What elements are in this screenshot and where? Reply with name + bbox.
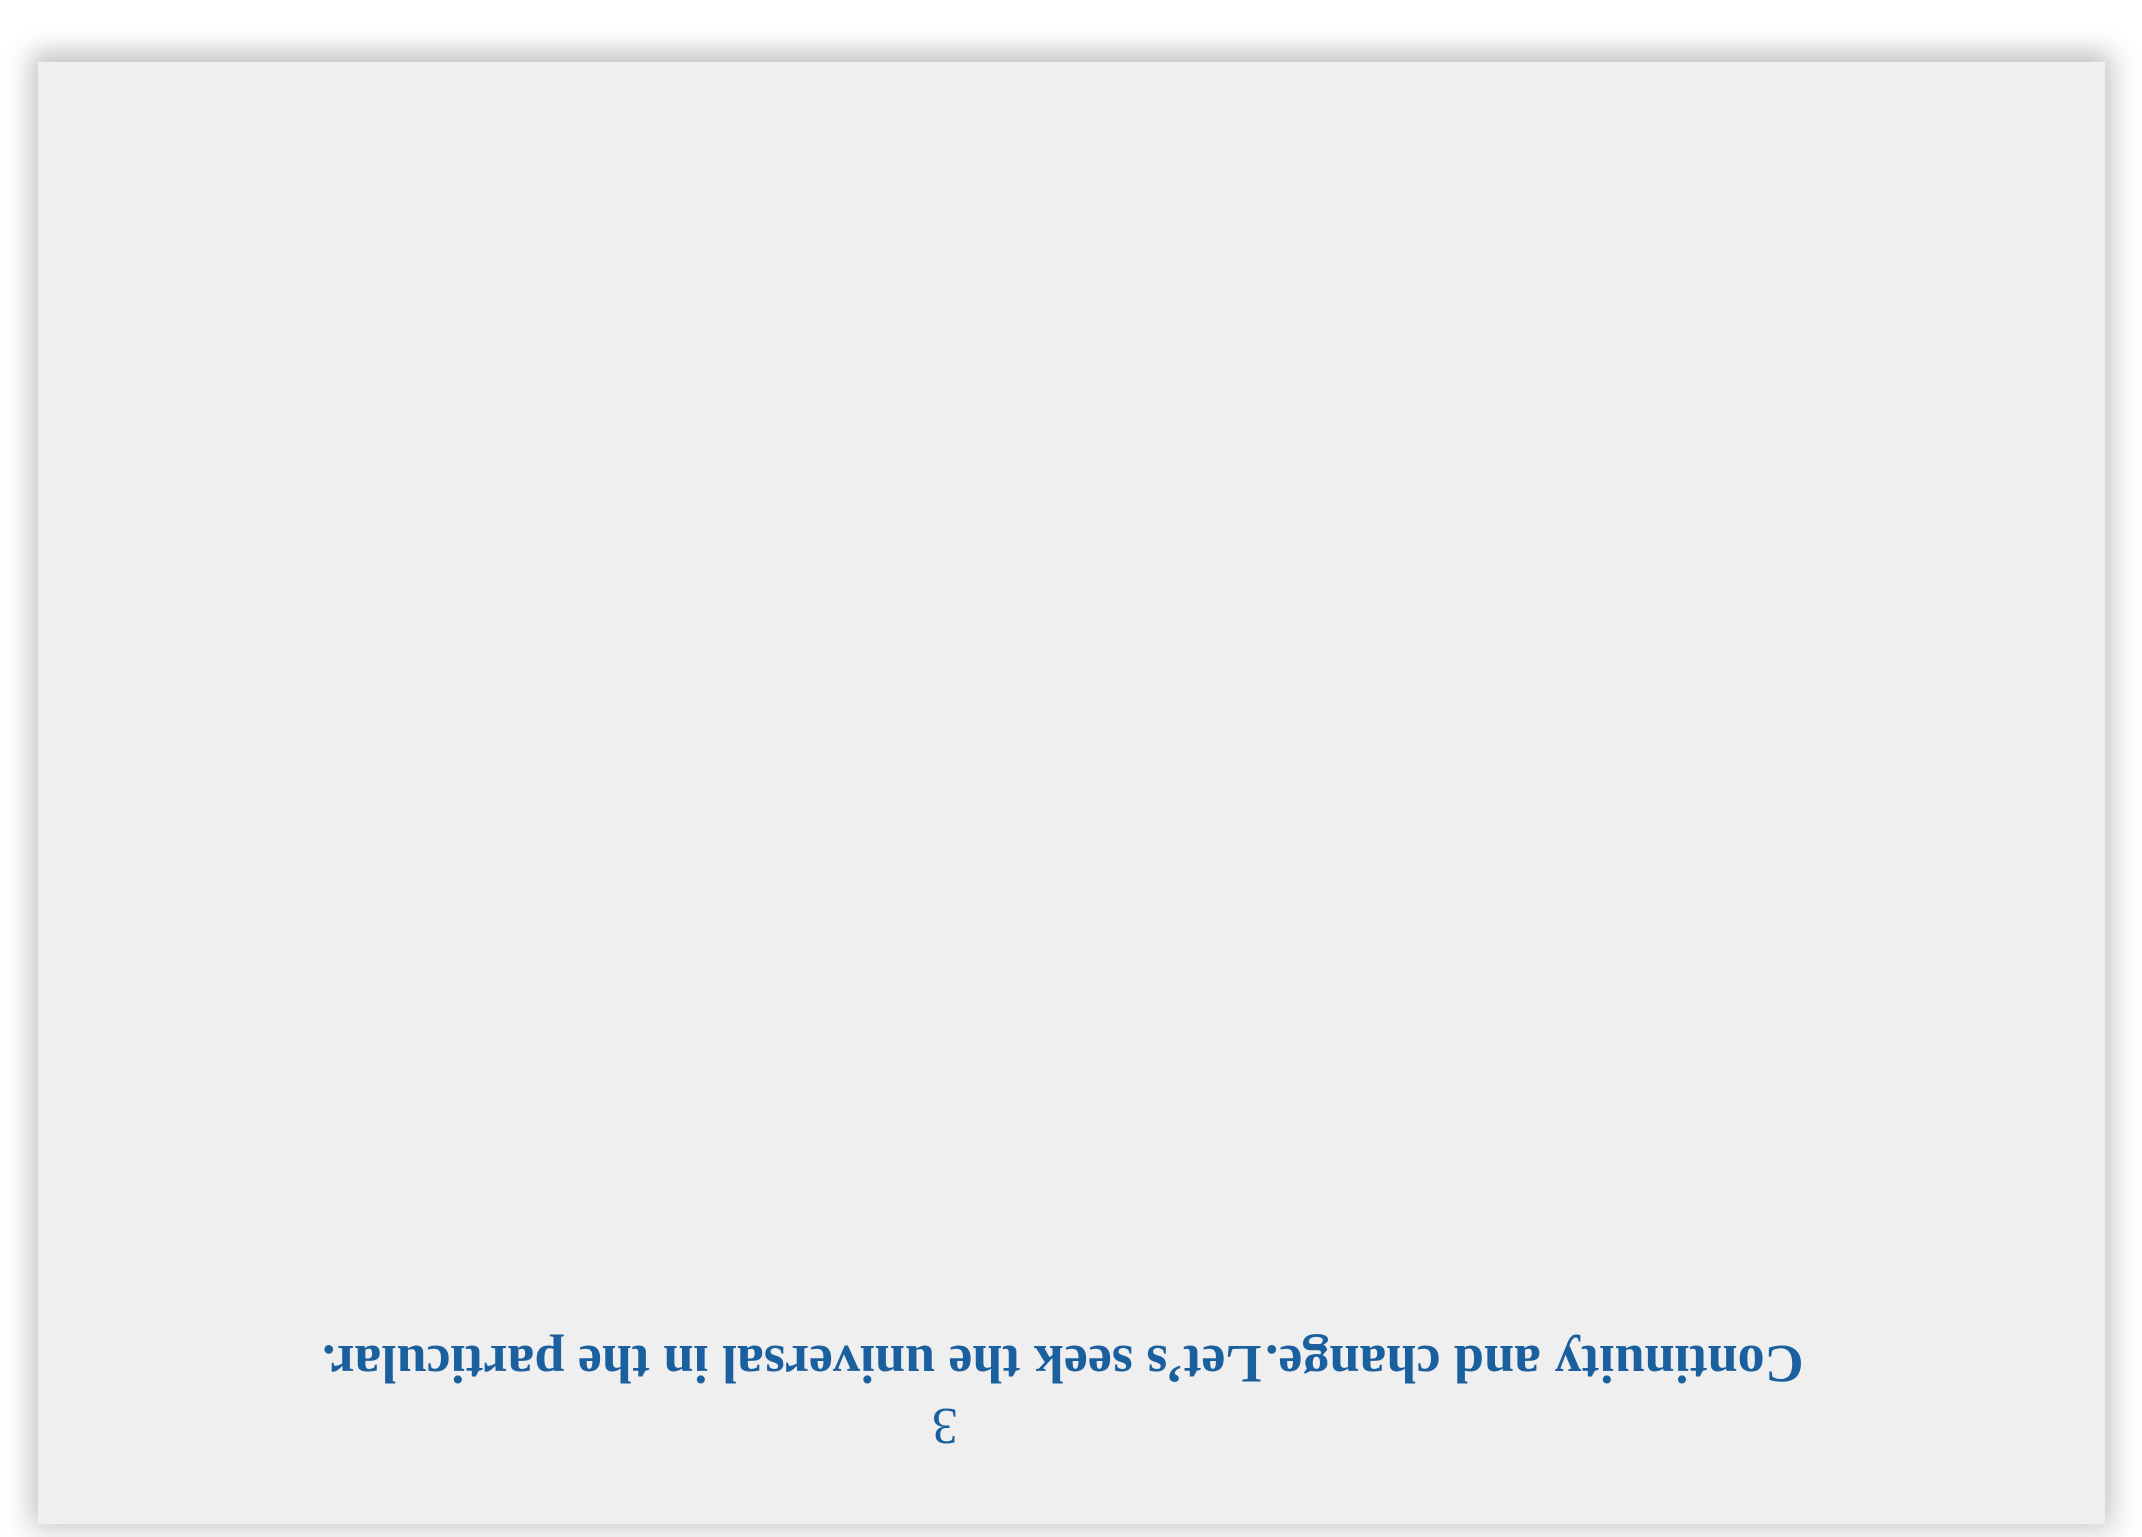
card-page: Continuity and change. Let’s seek the un… — [38, 62, 2105, 1524]
quote-continuity: Continuity and change. — [1265, 1334, 1804, 1394]
card-content-rotated: Continuity and change. Let’s seek the un… — [38, 62, 2105, 1524]
page-number: 3 — [932, 1397, 958, 1454]
quote-universal: Let’s seek the universal in the particul… — [322, 1334, 1262, 1394]
